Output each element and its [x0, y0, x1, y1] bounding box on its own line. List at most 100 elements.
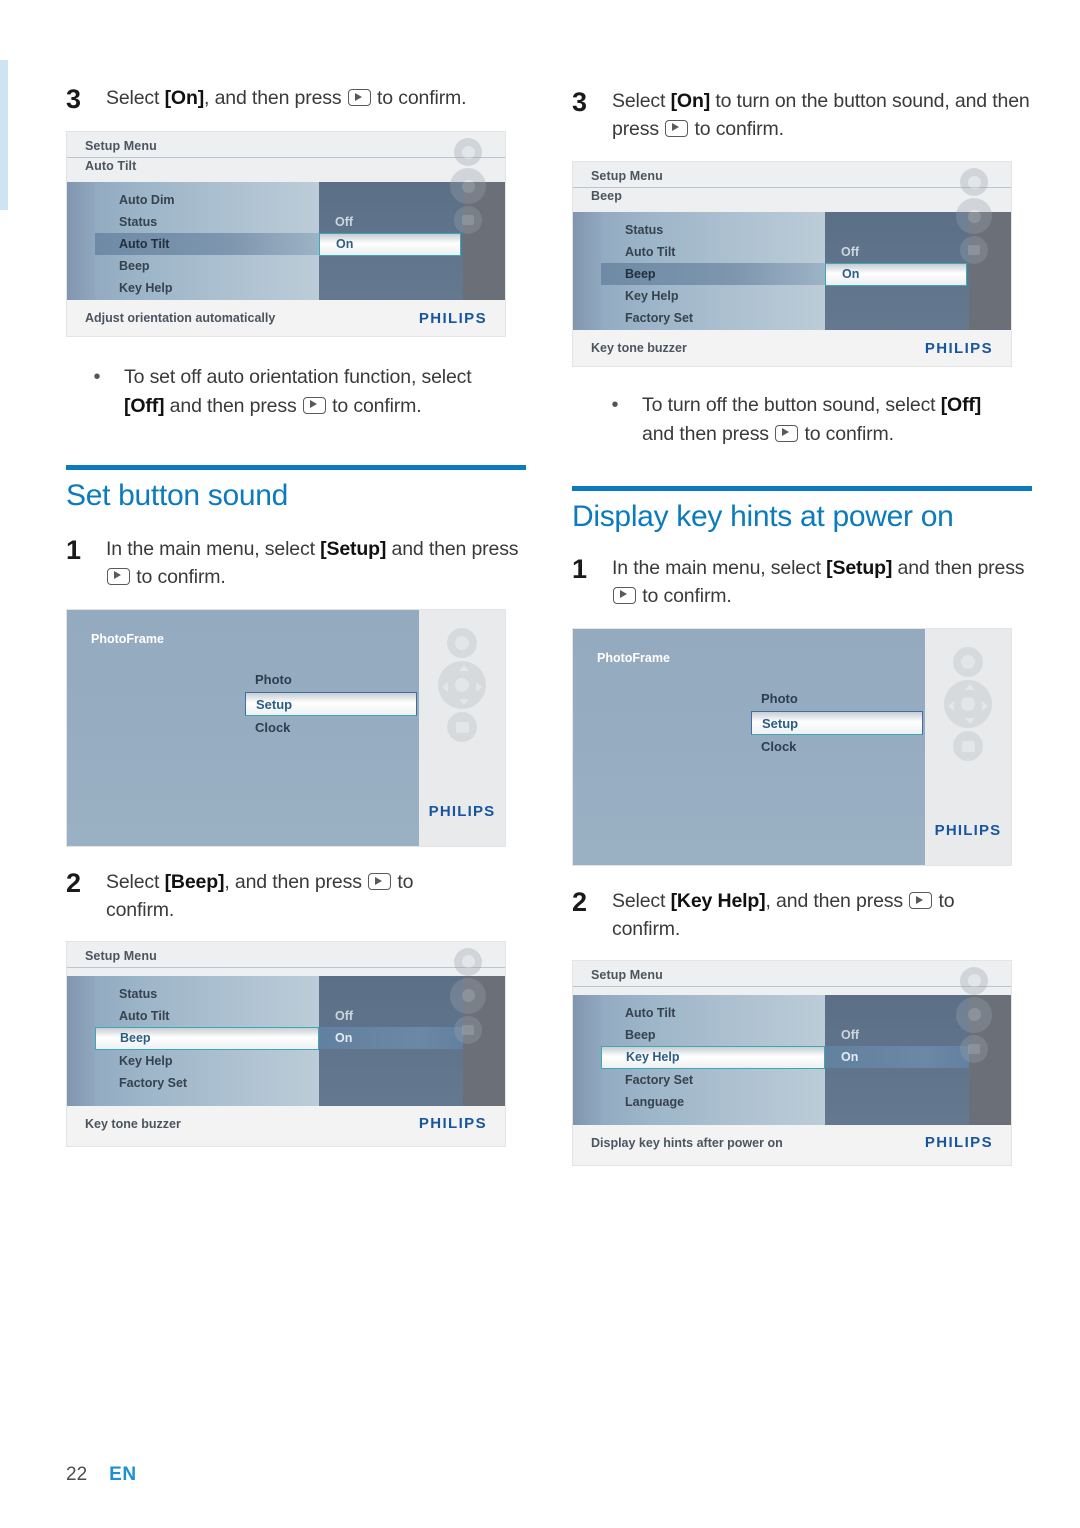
option-list: Off On	[319, 182, 463, 301]
step-text-mid: and then press	[386, 537, 519, 560]
option-list: Off On	[319, 975, 463, 1106]
step-text-bold: [Beep]	[164, 871, 225, 894]
main-menu-item-clock[interactable]: Clock	[751, 735, 923, 759]
screen-footer: Key tone buzzer PHILIPS	[67, 1105, 505, 1142]
step-text: Select [On] to turn on the button sound,…	[612, 88, 1032, 143]
menu-item[interactable]: Key Help	[573, 285, 825, 307]
option-on-selected[interactable]: On	[825, 1045, 969, 1068]
main-menu-item-setup-selected[interactable]: Setup	[751, 711, 923, 736]
screenshot-setup-auto-tilt: Setup Menu Auto Tilt Auto Dim Status Aut…	[66, 131, 506, 338]
option-off[interactable]: Off	[825, 1024, 969, 1046]
left-bullet-note: • To set off auto orientation function, …	[66, 363, 526, 420]
menu-item[interactable]: Language	[573, 1091, 825, 1113]
screen-subtitle: Beep	[591, 189, 622, 204]
step-text-before: In the main menu, select	[106, 537, 321, 560]
page-edge-tab	[0, 60, 8, 210]
philips-logo: PHILIPS	[924, 339, 993, 357]
screen-right-rail	[463, 975, 505, 1106]
section-rule	[572, 485, 1032, 491]
screen-header: Setup Menu Beep	[573, 162, 1011, 213]
menu-item[interactable]: Key Help	[67, 277, 319, 299]
philips-logo: PHILIPS	[418, 309, 487, 327]
step-text: Select [On], and then press to confirm.	[106, 85, 467, 113]
option-off[interactable]: Off	[319, 1005, 463, 1027]
right-step-3: 3 Select [On] to turn on the button soun…	[572, 88, 1032, 143]
section-rule	[66, 464, 526, 470]
option-on-selected[interactable]: On	[825, 263, 967, 287]
bullet-text: To set off auto orientation function, se…	[124, 363, 472, 420]
option-off[interactable]: Off	[825, 241, 969, 263]
step-text-bold: [On]	[164, 87, 205, 109]
screen-subtitle: Auto Tilt	[85, 159, 137, 174]
menu-item[interactable]: Auto Tilt	[67, 1005, 319, 1027]
bullet-text-before: To turn off the button sound, select	[642, 394, 941, 417]
bullet-text-before: To set off auto orientation function, se…	[124, 366, 472, 389]
left-step-2: 2 Select [Beep], and then press to confi…	[66, 869, 526, 924]
menu-item[interactable]: Beep	[67, 255, 319, 277]
menu-item-highlighted[interactable]: Key Help	[601, 1045, 825, 1069]
menu-item[interactable]: Auto Tilt	[573, 1002, 825, 1024]
philips-logo: PHILIPS	[934, 822, 1002, 840]
option-on-selected[interactable]: On	[319, 1026, 463, 1049]
step-text-bold: [Setup]	[320, 537, 387, 560]
menu-item-highlighted[interactable]: Beep	[601, 263, 825, 286]
menu-item[interactable]: Auto Tilt	[573, 241, 825, 263]
step-text-before: Select	[612, 890, 671, 913]
header-divider	[573, 985, 1011, 987]
section-title: Set button sound	[66, 478, 289, 512]
screenshot-setup-beep-right: Setup Menu Beep Status Auto Tilt Beep Ke…	[572, 161, 1012, 368]
step-text-mid: , and then press	[224, 871, 368, 894]
menu-item-highlighted[interactable]: Beep	[95, 1026, 319, 1050]
main-menu-list: Photo Setup Clock	[245, 668, 417, 740]
screen-body: Status Auto Tilt Beep Key Help Factory S…	[573, 212, 1011, 331]
menu-item[interactable]: Factory Set	[573, 1069, 825, 1091]
menu-item-highlighted[interactable]: Auto Tilt	[95, 233, 319, 256]
screen-title: Setup Menu	[591, 169, 663, 184]
menu-item[interactable]: Key Help	[67, 1050, 319, 1072]
step-text-bold: [On]	[670, 90, 711, 112]
screen-footer: Key tone buzzer PHILIPS	[573, 330, 1011, 367]
header-divider	[573, 187, 1011, 189]
play-confirm-icon	[613, 586, 636, 604]
menu-item[interactable]: Status	[67, 211, 319, 233]
screen-right-rail	[969, 212, 1011, 331]
bullet-text: To turn off the button sound, select [Of…	[642, 391, 990, 448]
menu-item[interactable]: Factory Set	[573, 307, 825, 329]
play-confirm-icon	[368, 873, 392, 891]
menu-item[interactable]: Factory Set	[67, 1072, 319, 1094]
play-confirm-icon	[775, 424, 799, 442]
screen-body: Status Auto Tilt Beep Key Help Factory S…	[67, 975, 505, 1106]
option-off[interactable]: Off	[319, 211, 463, 233]
play-confirm-icon	[107, 567, 130, 585]
screen-header: Setup Menu	[573, 960, 1011, 995]
step-text-before: Select	[106, 871, 165, 894]
menu-item[interactable]: Status	[573, 219, 825, 241]
menu-item[interactable]: Auto Dim	[67, 189, 319, 211]
menu-item[interactable]: Status	[67, 983, 319, 1005]
right-step-1: 1 In the main menu, select [Setup] and t…	[572, 555, 1032, 610]
screen-title: Setup Menu	[591, 967, 663, 982]
main-menu-item-photo[interactable]: Photo	[245, 668, 417, 692]
left-column: 3 Select [On], and then press to confirm…	[66, 0, 526, 1147]
main-menu-body: PhotoFrame Photo Setup Clock	[573, 629, 925, 866]
nav-key-icon	[944, 680, 992, 729]
power-key-icon	[447, 628, 477, 659]
step-number: 1	[66, 534, 82, 565]
option-on-selected[interactable]: On	[319, 233, 461, 257]
step-text-before: In the main menu, select	[612, 556, 827, 579]
play-confirm-icon	[347, 89, 371, 106]
menu-item[interactable]: Beep	[573, 1024, 825, 1046]
menu-list: Auto Dim Status Auto Tilt Beep Key Help	[67, 182, 319, 301]
nav-key-icon	[438, 661, 486, 710]
screenshot-setup-beep-left: Setup Menu Status Auto Tilt Beep Key Hel…	[66, 940, 506, 1147]
right-bullet-note: • To turn off the button sound, select […	[572, 391, 1032, 448]
main-menu-item-photo[interactable]: Photo	[751, 687, 923, 711]
main-menu-item-setup-selected[interactable]: Setup	[245, 692, 417, 717]
bullet-text-after: to confirm.	[799, 422, 894, 445]
menu-list: Status Auto Tilt Beep Key Help Factory S…	[67, 975, 319, 1106]
play-confirm-icon	[665, 119, 689, 137]
page-number: 22	[66, 1464, 88, 1485]
main-menu-item-clock[interactable]: Clock	[245, 716, 417, 740]
screen-right-rail	[463, 182, 505, 301]
screen-header: Setup Menu Auto Tilt	[67, 132, 505, 183]
